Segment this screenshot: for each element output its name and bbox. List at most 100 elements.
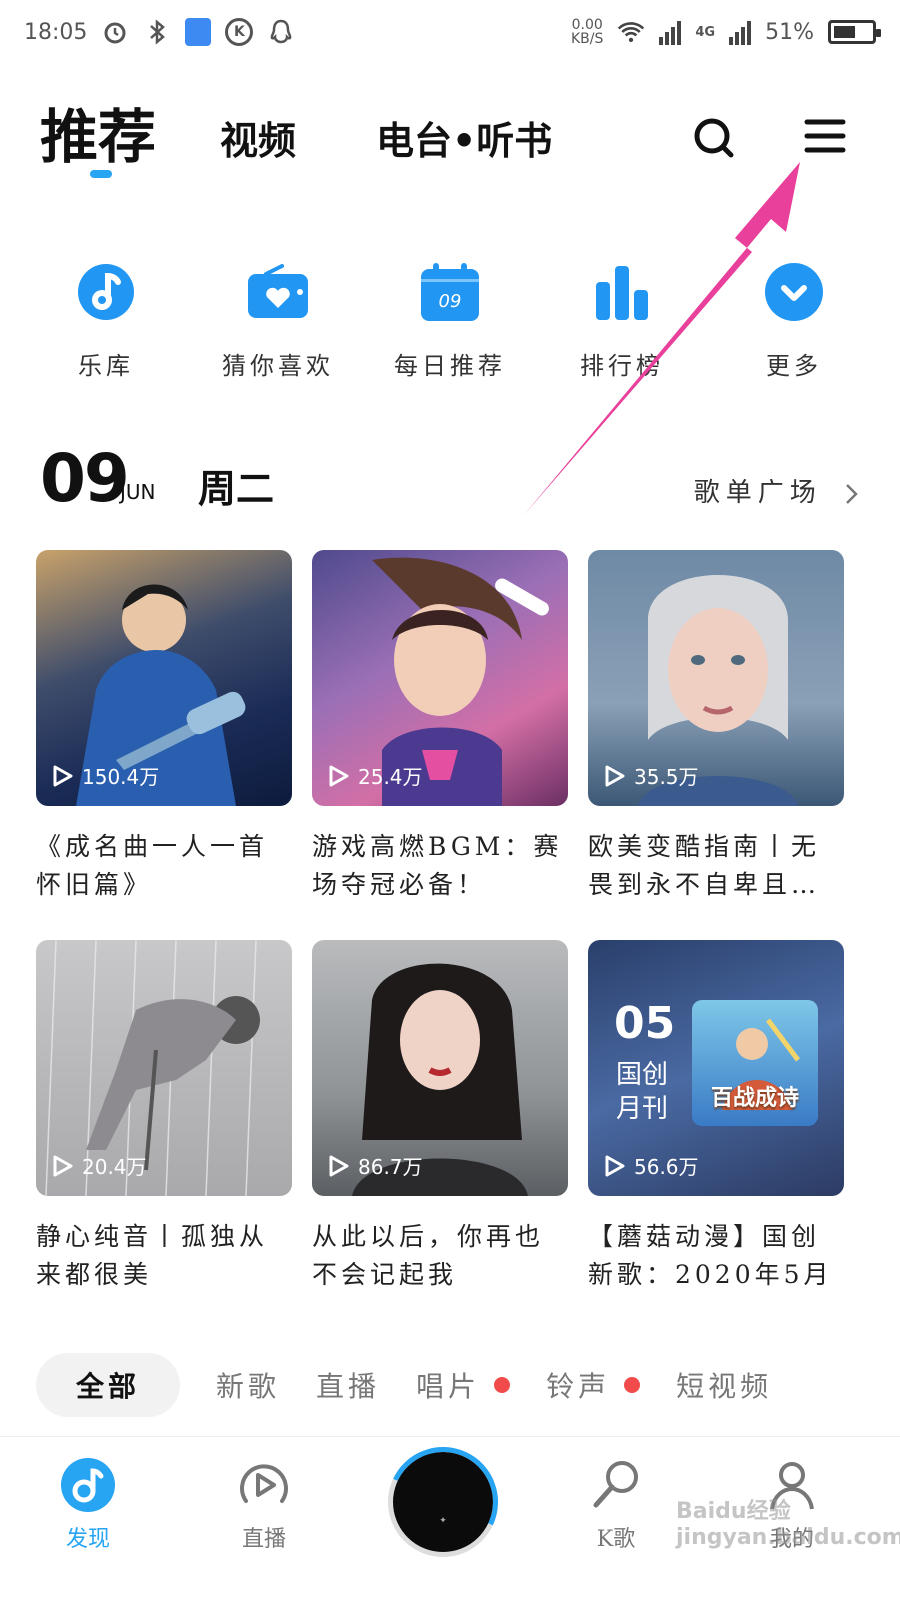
playlist-card[interactable]: 25.4万 游戏高燃BGM：赛场夺冠必备！	[312, 550, 568, 906]
play-count: 150.4万	[52, 761, 159, 790]
playlist-title[interactable]: 【蘑菇动漫】国创新歌：2020年5月刊	[588, 1218, 844, 1296]
wifi-icon	[617, 18, 645, 46]
chip-live[interactable]: 直播	[316, 1365, 380, 1405]
chip-label: 新歌	[216, 1370, 281, 1403]
network-type-label: 4G	[695, 24, 716, 40]
signal-4g-icon	[729, 19, 752, 45]
red-dot-badge	[494, 1377, 511, 1393]
radio-heart-icon	[246, 260, 310, 324]
chip-short-video[interactable]: 短视频	[676, 1365, 772, 1405]
game-title: 百战成诗	[710, 1085, 799, 1111]
now-playing-disc[interactable]: ✦	[372, 1431, 514, 1573]
bottom-nav-label: 直播	[241, 1527, 286, 1552]
quick-link-guess-you-like[interactable]: 猜你喜欢	[203, 260, 353, 390]
battery-icon	[828, 20, 881, 44]
play-icon	[53, 1155, 73, 1176]
net-speed: 0.00 KB/S	[571, 18, 603, 46]
playlist-title[interactable]: 静心纯音丨孤独从来都很美	[36, 1218, 292, 1296]
bottom-nav-discover[interactable]: 发现	[28, 1457, 148, 1553]
playlist-card[interactable]: 20.4万 静心纯音丨孤独从来都很美	[36, 940, 292, 1296]
bottom-nav-karaoke[interactable]: K歌	[556, 1457, 676, 1553]
playlist-card[interactable]: 150.4万 《成名曲一人一首怀旧篇》	[36, 550, 292, 906]
microphone-icon	[593, 1461, 638, 1508]
bar-chart-icon	[590, 260, 654, 324]
signal-icon	[659, 19, 682, 45]
cover-game-art: 百战成诗	[692, 1000, 818, 1126]
quick-link-more[interactable]: 更多	[719, 260, 869, 390]
playlist-square-label: 歌单广场	[693, 478, 822, 508]
net-speed-unit: KB/S	[570, 31, 604, 47]
play-count: 20.4万	[52, 1151, 147, 1180]
bottom-nav-label: 发现	[65, 1527, 110, 1552]
play-count-value: 56.6万	[634, 1155, 699, 1179]
playlist-cover[interactable]: 86.7万	[312, 940, 568, 1196]
date-weekday: 周二	[198, 466, 275, 511]
watermark: Baidu经验 jingyan.baidu.com	[676, 1499, 900, 1550]
status-bar: 18:05 K 0.00 KB/S 4G 51%	[0, 0, 900, 64]
playlist-card[interactable]: 05 国创 月刊 百战成诗 56.6万 【蘑菇动漫】国创新歌：2020年5月刊	[588, 940, 844, 1296]
play-icon	[53, 765, 73, 786]
chip-label: 直播	[316, 1370, 381, 1403]
quick-link-label: 乐库	[78, 352, 134, 380]
chip-albums[interactable]: 唱片	[416, 1365, 511, 1405]
playlist-card[interactable]: 86.7万 从此以后，你再也不会记起我	[312, 940, 568, 1296]
quick-link-music-library[interactable]: 乐库	[31, 260, 181, 390]
chevron-down-circle-icon	[762, 260, 826, 324]
playlist-title[interactable]: 欧美变酷指南丨无畏到永不自卑且…	[588, 828, 844, 906]
playlist-cover[interactable]: 25.4万	[312, 550, 568, 806]
play-count-value: 150.4万	[82, 765, 160, 789]
chip-label: 唱片	[416, 1370, 481, 1403]
quick-link-daily-recommend[interactable]: 09 每日推荐	[375, 260, 525, 390]
cover-issue-label: 国创 月刊	[616, 1060, 669, 1124]
disc-art: ✦	[439, 1516, 447, 1526]
status-right: 0.00 KB/S 4G 51%	[571, 18, 881, 46]
play-count: 25.4万	[328, 761, 423, 790]
chip-label: 全部	[76, 1370, 141, 1403]
chip-new-songs[interactable]: 新歌	[216, 1365, 280, 1405]
active-tab-indicator	[90, 170, 112, 178]
playlist-cover[interactable]: 150.4万	[36, 550, 292, 806]
menu-icon[interactable]	[804, 116, 846, 156]
chip-ringtones[interactable]: 铃声	[546, 1365, 641, 1405]
status-left: 18:05 K	[24, 18, 295, 46]
play-count-value: 35.5万	[634, 765, 699, 789]
play-count-value: 20.4万	[82, 1155, 147, 1179]
playlist-cover[interactable]: 05 国创 月刊 百战成诗 56.6万	[588, 940, 844, 1196]
bottom-nav: 发现 直播 ✦ K歌 我的 Baidu经验 jingyan.baidu.com	[0, 1431, 900, 1600]
calendar-icon: 09	[418, 260, 482, 324]
cover-issue-number: 05	[614, 998, 676, 1049]
quick-link-label: 排行榜	[580, 352, 664, 380]
music-note-icon	[74, 260, 138, 324]
play-count: 56.6万	[604, 1151, 699, 1180]
playlist-card[interactable]: 35.5万 欧美变酷指南丨无畏到永不自卑且…	[588, 550, 844, 906]
playlist-square-link[interactable]: 歌单广场	[694, 472, 860, 509]
tab-radio-audiobook[interactable]: 电台•听书	[376, 110, 552, 165]
shield-icon	[185, 18, 212, 46]
tab-video[interactable]: 视频	[220, 110, 296, 165]
chip-label: 短视频	[676, 1370, 773, 1403]
playlist-cover[interactable]: 20.4万	[36, 940, 292, 1196]
bluetooth-icon	[143, 18, 171, 46]
playlist-title[interactable]: 《成名曲一人一首怀旧篇》	[36, 828, 292, 906]
quick-link-label: 更多	[766, 352, 822, 380]
k-app-icon: K	[225, 18, 254, 46]
play-count: 35.5万	[604, 761, 699, 790]
quick-links: 乐库 猜你喜欢 09 每日推荐 排行榜 更多	[0, 260, 900, 390]
battery-fill	[834, 26, 856, 38]
chip-all[interactable]: 全部	[36, 1353, 181, 1417]
status-time: 18:05	[24, 19, 88, 45]
red-dot-badge	[624, 1377, 641, 1393]
search-icon[interactable]	[690, 114, 738, 162]
playlist-title[interactable]: 游戏高燃BGM：赛场夺冠必备！	[312, 828, 568, 906]
play-icon	[329, 1155, 349, 1176]
bottom-nav-live[interactable]: 直播	[204, 1457, 324, 1553]
playlist-title[interactable]: 从此以后，你再也不会记起我	[312, 1218, 568, 1296]
play-icon	[329, 765, 349, 786]
play-count: 86.7万	[328, 1151, 423, 1180]
quick-link-charts[interactable]: 排行榜	[547, 260, 697, 390]
live-play-icon	[240, 1464, 288, 1503]
discover-icon	[61, 1458, 115, 1512]
quick-link-label: 每日推荐	[394, 352, 506, 380]
tab-recommend[interactable]: 推荐	[40, 90, 156, 174]
playlist-cover[interactable]: 35.5万	[588, 550, 844, 806]
